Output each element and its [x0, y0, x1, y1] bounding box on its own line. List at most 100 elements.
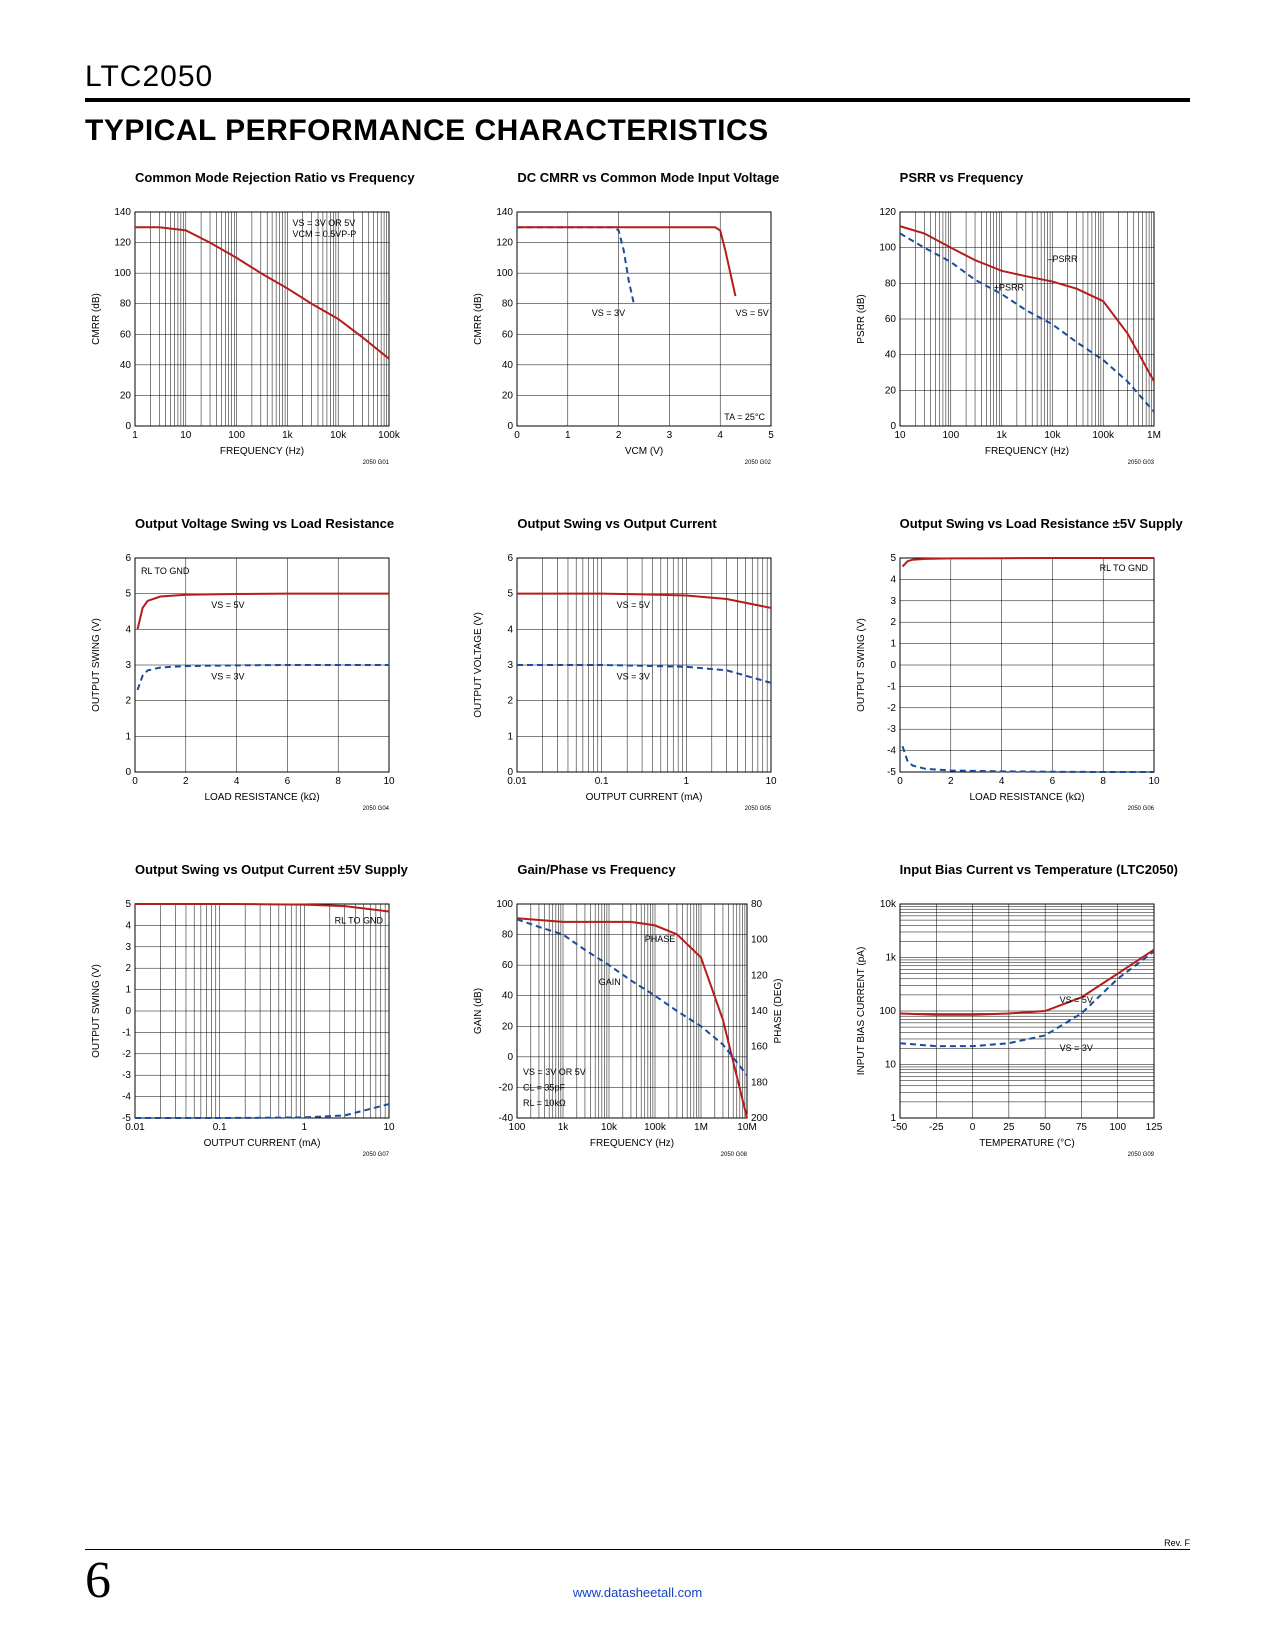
svg-text:0: 0: [125, 421, 131, 432]
svg-text:100: 100: [114, 268, 131, 279]
svg-text:180: 180: [751, 1077, 768, 1088]
svg-text:2050 G09: 2050 G09: [1127, 1152, 1154, 1158]
svg-text:100: 100: [879, 1006, 896, 1017]
svg-text:VS = 5V: VS = 5V: [1059, 995, 1092, 1005]
svg-text:4: 4: [125, 624, 131, 635]
svg-text:2050 G07: 2050 G07: [363, 1152, 390, 1158]
svg-text:60: 60: [502, 329, 514, 340]
svg-text:25: 25: [1003, 1122, 1015, 1133]
chart-cell-G02: DC CMRR vs Common Mode Input Voltage0123…: [467, 170, 807, 466]
svg-text:OUTPUT SWING (V): OUTPUT SWING (V): [91, 618, 102, 712]
svg-text:100k: 100k: [1092, 430, 1115, 441]
chart-cell-G05: Output Swing vs Output Current0.010.1110…: [467, 516, 807, 812]
svg-text:5: 5: [125, 899, 131, 910]
part-number: LTC2050: [85, 60, 1190, 102]
chart-cell-G09: Input Bias Current vs Temperature (LTC20…: [850, 862, 1190, 1158]
svg-text:2: 2: [508, 696, 514, 707]
chart-G04: 02468100123456LOAD RESISTANCE (kΩ)OUTPUT…: [85, 552, 405, 812]
svg-text:6: 6: [285, 776, 291, 787]
svg-text:8: 8: [335, 776, 341, 787]
svg-text:60: 60: [502, 960, 514, 971]
svg-text:2050 G02: 2050 G02: [745, 460, 772, 466]
svg-text:160: 160: [751, 1042, 768, 1053]
svg-text:1k: 1k: [558, 1122, 570, 1133]
chart-G01: 1101001k10k100k020406080100120140FREQUEN…: [85, 206, 405, 466]
svg-text:4: 4: [890, 574, 896, 585]
svg-text:100: 100: [1109, 1122, 1126, 1133]
svg-text:100k: 100k: [378, 430, 401, 441]
svg-text:0: 0: [125, 767, 131, 778]
svg-text:0: 0: [508, 1052, 514, 1063]
svg-text:80: 80: [885, 278, 897, 289]
svg-text:LOAD RESISTANCE (kΩ): LOAD RESISTANCE (kΩ): [204, 792, 319, 803]
chart-cell-G01: Common Mode Rejection Ratio vs Frequency…: [85, 170, 425, 466]
svg-text:40: 40: [120, 360, 132, 371]
svg-text:RL TO GND: RL TO GND: [141, 566, 190, 576]
chart-cell-G03: PSRR vs Frequency101001k10k100k1M0204060…: [850, 170, 1190, 466]
svg-text:RL = 10kΩ: RL = 10kΩ: [523, 1098, 566, 1108]
svg-text:3: 3: [667, 430, 673, 441]
svg-text:120: 120: [114, 238, 131, 249]
svg-text:1: 1: [125, 731, 131, 742]
svg-text:-25: -25: [929, 1122, 944, 1133]
svg-text:3: 3: [508, 660, 514, 671]
svg-text:5: 5: [125, 589, 131, 600]
svg-text:0: 0: [125, 1006, 131, 1017]
svg-text:4: 4: [508, 624, 514, 635]
svg-text:40: 40: [885, 350, 897, 361]
svg-text:4: 4: [718, 430, 724, 441]
svg-text:75: 75: [1076, 1122, 1088, 1133]
svg-text:2050 G01: 2050 G01: [363, 460, 390, 466]
svg-text:3: 3: [890, 596, 896, 607]
svg-text:CMRR (dB): CMRR (dB): [91, 293, 102, 345]
svg-text:100: 100: [497, 268, 514, 279]
svg-text:2: 2: [948, 776, 954, 787]
svg-text:-1: -1: [122, 1027, 131, 1038]
chart-cell-G06: Output Swing vs Load Resistance ±5V Supp…: [850, 516, 1190, 812]
svg-text:125: 125: [1145, 1122, 1162, 1133]
svg-text:10k: 10k: [601, 1122, 618, 1133]
page-footer: 6: [85, 1549, 1190, 1610]
chart-G07: 0.010.1110-5-4-3-2-1012345OUTPUT CURRENT…: [85, 898, 405, 1158]
svg-text:3: 3: [125, 660, 131, 671]
svg-text:2050 G08: 2050 G08: [721, 1152, 748, 1158]
chart-cell-G08: Gain/Phase vs Frequency1001k10k100k1M10M…: [467, 862, 807, 1158]
svg-text:10: 10: [885, 1060, 897, 1071]
chart-cell-G07: Output Swing vs Output Current ±5V Suppl…: [85, 862, 425, 1158]
svg-text:VS = 3V: VS = 3V: [1059, 1043, 1092, 1053]
svg-text:1: 1: [302, 1122, 308, 1133]
svg-text:4: 4: [998, 776, 1004, 787]
svg-text:10: 10: [894, 430, 906, 441]
svg-text:0.1: 0.1: [595, 776, 609, 787]
svg-text:0: 0: [897, 776, 903, 787]
section-heading: TYPICAL PERFORMANCE CHARACTERISTICS: [85, 114, 1190, 148]
svg-text:VS = 5V: VS = 5V: [736, 308, 769, 318]
svg-text:1M: 1M: [1147, 430, 1161, 441]
svg-text:RL TO GND: RL TO GND: [335, 915, 384, 925]
svg-text:0: 0: [515, 430, 521, 441]
svg-text:120: 120: [751, 970, 768, 981]
svg-text:1: 1: [508, 731, 514, 742]
svg-text:VS = 3V: VS = 3V: [211, 671, 244, 681]
svg-text:80: 80: [120, 299, 132, 310]
chart-G05: 0.010.11100123456OUTPUT CURRENT (mA)OUTP…: [467, 552, 787, 812]
svg-text:-5: -5: [887, 767, 896, 778]
svg-text:INPUT BIAS CURRENT (pA): INPUT BIAS CURRENT (pA): [856, 947, 867, 1076]
svg-text:120: 120: [497, 238, 514, 249]
svg-text:100: 100: [497, 899, 514, 910]
svg-text:100k: 100k: [644, 1122, 667, 1133]
svg-text:10: 10: [383, 1122, 395, 1133]
svg-text:2: 2: [125, 963, 131, 974]
svg-text:1: 1: [132, 430, 138, 441]
svg-text:OUTPUT CURRENT (mA): OUTPUT CURRENT (mA): [586, 792, 703, 803]
svg-text:-5: -5: [122, 1113, 131, 1124]
svg-text:CMRR (dB): CMRR (dB): [473, 293, 484, 345]
chart-title: Input Bias Current vs Temperature (LTC20…: [900, 862, 1190, 896]
footer-url: www.datasheetall.com: [0, 1585, 1275, 1600]
svg-text:0: 0: [132, 776, 138, 787]
svg-text:0: 0: [890, 421, 896, 432]
svg-text:10: 10: [180, 430, 192, 441]
svg-text:VS = 3V: VS = 3V: [592, 308, 625, 318]
svg-text:200: 200: [751, 1113, 768, 1124]
svg-text:1M: 1M: [694, 1122, 708, 1133]
